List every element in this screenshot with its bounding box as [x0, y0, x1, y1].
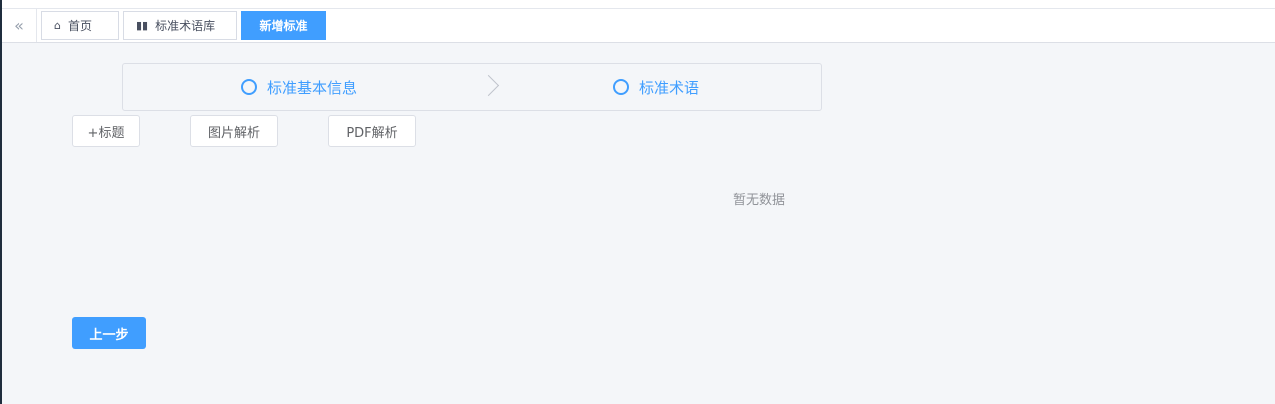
step-terms-label: 标准术语: [639, 78, 700, 97]
home-icon: ⌂: [54, 19, 61, 32]
collapse-sidebar-button[interactable]: «: [2, 9, 37, 42]
tab-term-library[interactable]: ▮▮ 标准术语库: [123, 11, 237, 40]
add-title-button[interactable]: +标题: [72, 115, 140, 147]
tab-bar: « ⌂ 首页 ▮▮ 标准术语库 新增标准: [2, 9, 1275, 43]
step-basic-info-label: 标准基本信息: [267, 78, 358, 97]
pdf-parse-button[interactable]: PDF解析: [328, 115, 416, 147]
top-strip: [2, 0, 1275, 9]
empty-state-text: 暂无数据: [733, 193, 786, 208]
double-chevron-left-icon: «: [14, 16, 24, 35]
step-circle-icon: [613, 79, 629, 95]
tab-home[interactable]: ⌂ 首页: [41, 11, 119, 40]
tab-new-standard[interactable]: 新增标准: [241, 11, 326, 40]
tab-home-label: 首页: [67, 19, 92, 33]
step-terms[interactable]: 标准术语: [613, 64, 699, 110]
image-parse-button[interactable]: 图片解析: [190, 115, 278, 147]
steps-bar: 标准基本信息 标准术语: [122, 63, 822, 111]
page: « ⌂ 首页 ▮▮ 标准术语库 新增标准 标准基本信息 标准术语 +标题 图片解…: [0, 0, 1275, 404]
tab-new-standard-label: 新增标准: [259, 19, 308, 33]
chevron-right-icon: [477, 74, 500, 97]
previous-step-button[interactable]: 上一步: [72, 317, 146, 349]
step-circle-icon: [241, 79, 257, 95]
step-basic-info[interactable]: 标准基本信息: [241, 64, 357, 110]
book-icon: ▮▮: [136, 19, 149, 32]
tab-term-library-label: 标准术语库: [155, 19, 216, 33]
